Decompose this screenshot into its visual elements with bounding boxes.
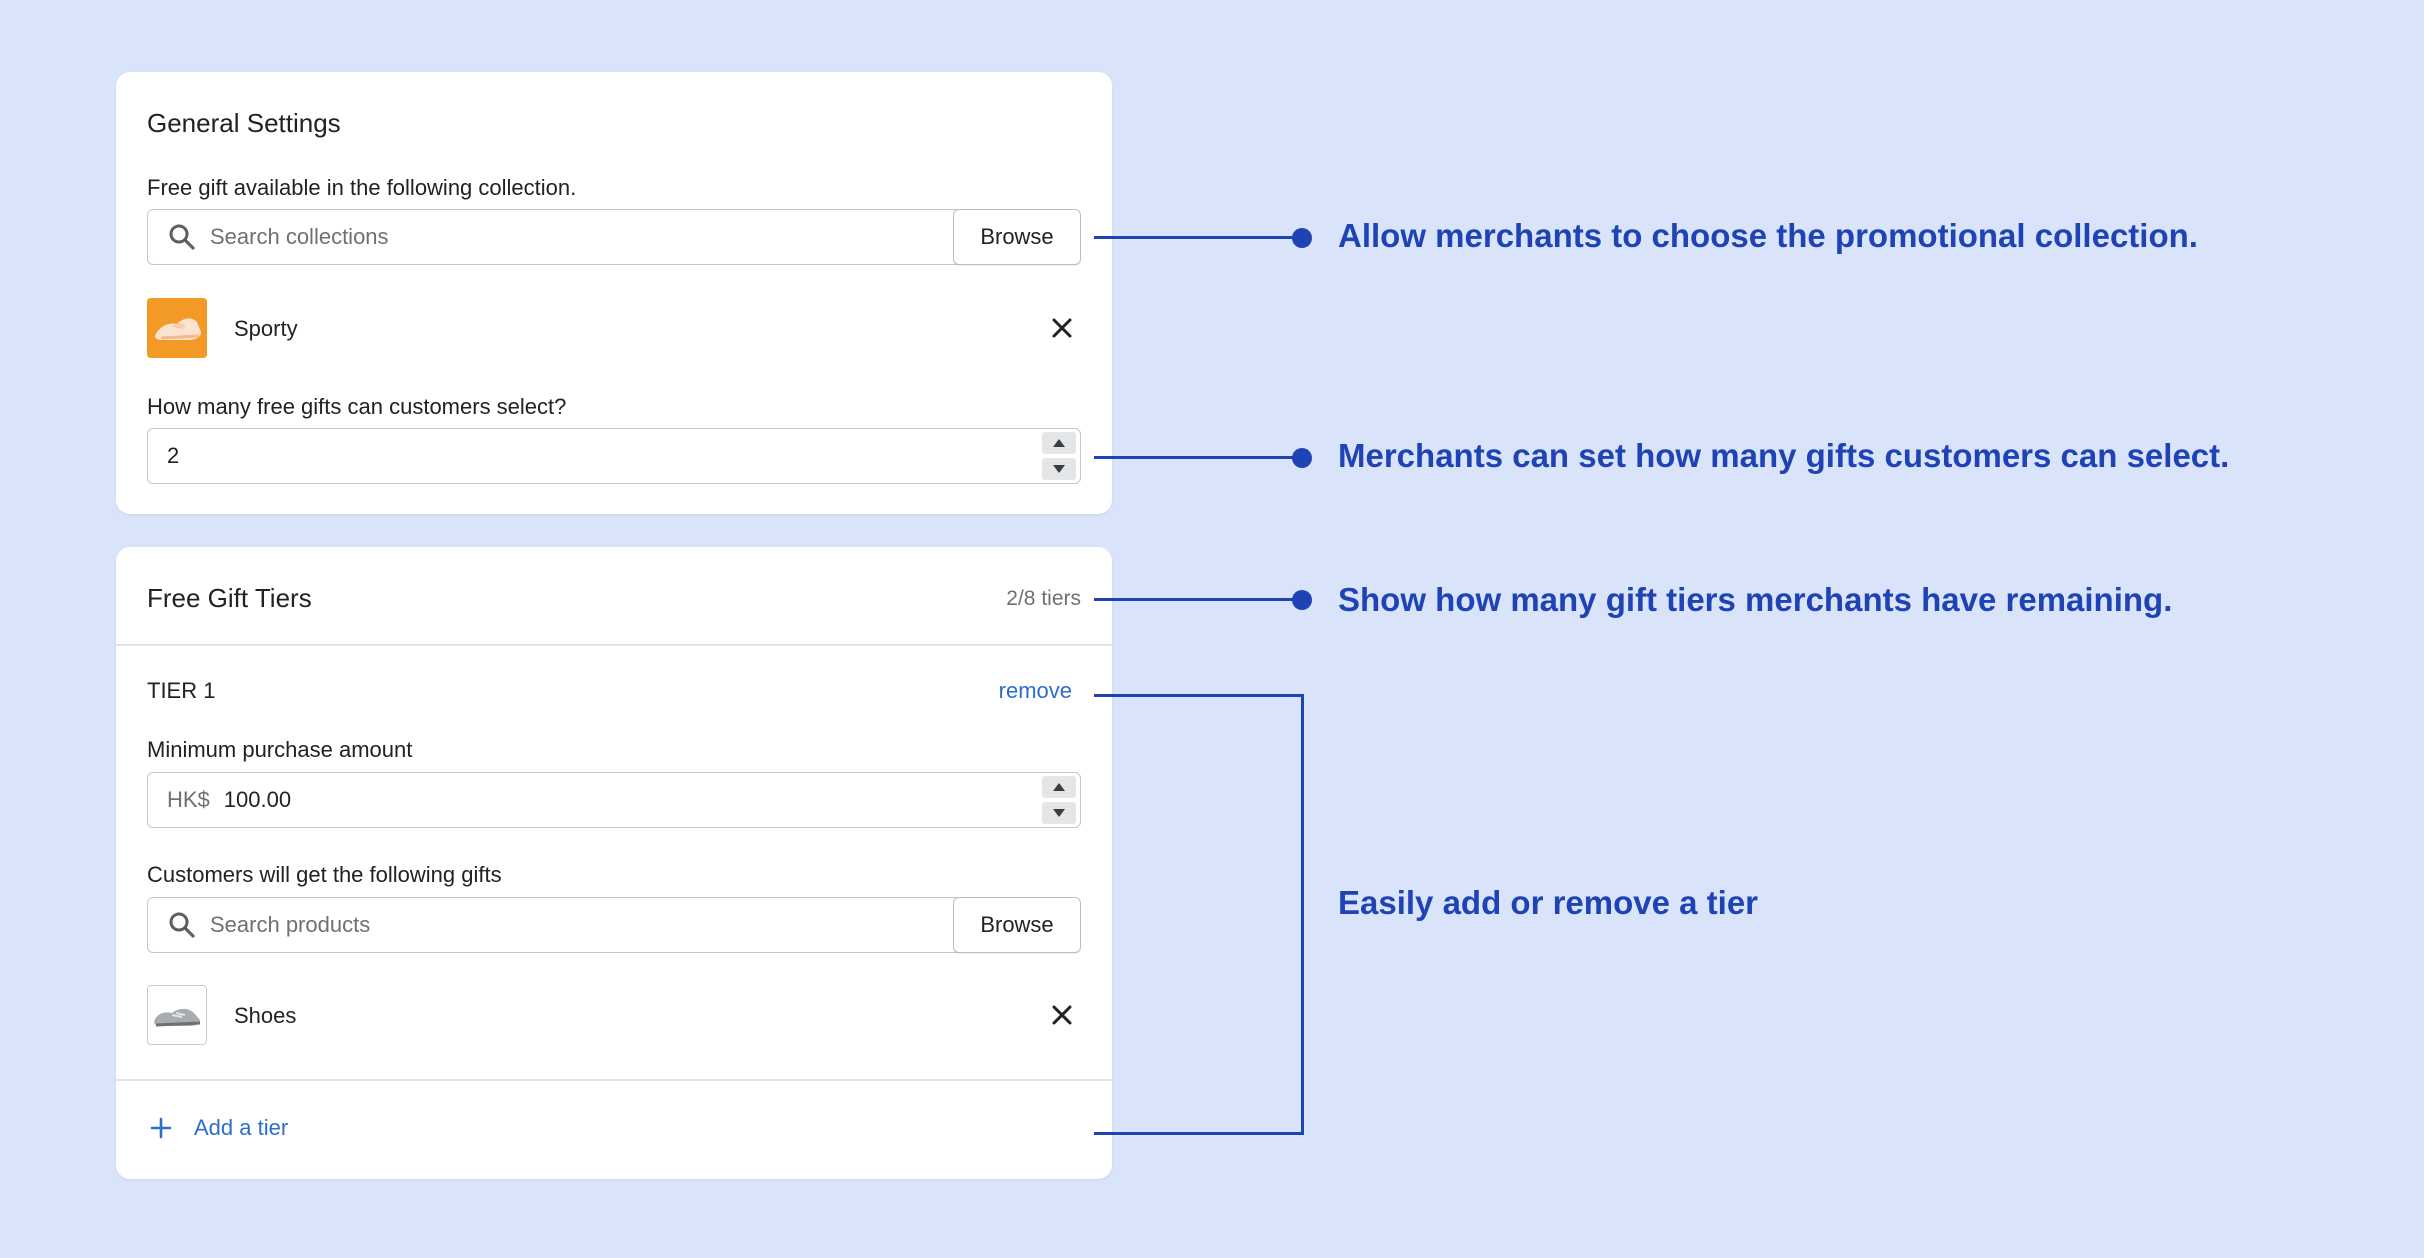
annotation-gift-count: Merchants can set how many gifts custome… [1338,437,2230,474]
arrow-down-icon [1053,465,1065,473]
min-purchase-value: 100.00 [223,787,292,812]
free-gift-tiers-card: Free Gift Tiers 2/8 tiers TIER 1 remove … [116,547,1112,1179]
bracket-top [1094,694,1304,697]
annotation-add-remove: Easily add or remove a tier [1338,884,1759,921]
gift-count-stepper[interactable]: 2 [147,428,1081,484]
annotation-dot [1292,228,1312,248]
annotation-dot [1292,448,1312,468]
annotation-dot [1292,590,1312,610]
close-icon[interactable] [1051,317,1073,339]
general-settings-card: General Settings Free gift available in … [116,72,1112,514]
collection-search-input[interactable]: Search collections [147,209,963,265]
increment-button[interactable] [1042,432,1076,454]
gifts-label: Customers will get the following gifts [147,862,502,887]
currency-prefix: HK$ [167,787,210,812]
tier-count-badge: 2/8 tiers [1006,587,1081,610]
tier-name: TIER 1 [147,678,216,703]
increment-button[interactable] [1042,776,1076,798]
general-settings-title: General Settings [147,108,341,138]
search-icon [169,224,195,250]
decrement-button[interactable] [1042,458,1076,480]
product-thumbnail [147,985,207,1045]
divider [116,644,1112,646]
browse-products-button[interactable]: Browse [953,897,1081,953]
collection-label: Free gift available in the following col… [147,175,577,200]
browse-collections-button[interactable]: Browse [953,209,1081,265]
plus-icon [150,1117,172,1139]
gift-count-label: How many free gifts can customers select… [147,394,567,419]
shoe-image-icon [154,1008,201,1027]
min-purchase-stepper-buttons [1042,776,1076,824]
sneaker-image-icon [147,298,207,358]
remove-tier-link[interactable]: remove [999,678,1072,704]
arrow-down-icon [1053,809,1065,817]
add-tier-button[interactable]: Add a tier [150,1115,288,1141]
arrow-up-icon [1053,783,1065,791]
divider [116,1079,1112,1081]
close-icon[interactable] [1051,1004,1073,1026]
collection-thumbnail [147,298,207,358]
gift-count-stepper-buttons [1042,432,1076,480]
annotation-connector [1094,456,1304,459]
min-purchase-stepper[interactable]: HK$ 100.00 [147,772,1081,828]
free-gift-tiers-title: Free Gift Tiers [147,583,312,613]
add-tier-label: Add a tier [194,1115,289,1140]
annotation-collection: Allow merchants to choose the promotiona… [1338,217,2198,254]
decrement-button[interactable] [1042,802,1076,824]
gift-count-value: 2 [167,443,180,468]
selected-collection-name: Sporty [234,316,298,341]
annotation-tiers-remaining: Show how many gift tiers merchants have … [1338,581,2173,618]
product-search-placeholder: Search products [210,912,371,937]
search-icon [169,912,195,938]
annotation-connector [1094,598,1304,601]
collection-search-placeholder: Search collections [210,224,389,249]
bracket-bottom [1094,1132,1304,1135]
arrow-up-icon [1053,439,1065,447]
selected-product-name: Shoes [234,1003,297,1028]
bracket-vertical [1301,694,1304,1135]
annotation-connector [1094,236,1304,239]
min-purchase-label: Minimum purchase amount [147,737,413,762]
product-search-input[interactable]: Search products [147,897,963,953]
